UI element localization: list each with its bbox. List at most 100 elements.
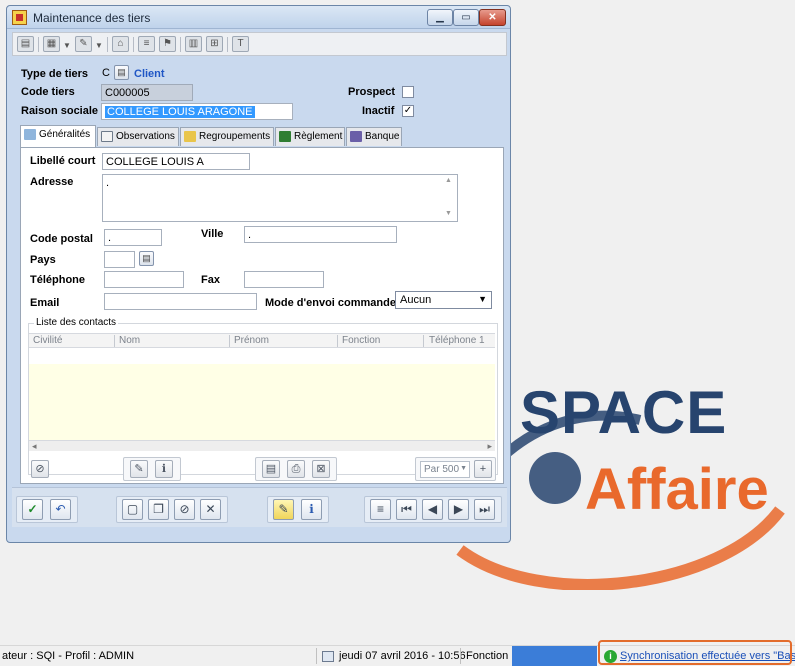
undo-button[interactable]: ↶ [50,499,71,520]
type-tiers-value[interactable]: Client [134,68,165,80]
pays-label: Pays [30,254,56,266]
validate-button[interactable]: ✓ [22,499,43,520]
adresse-label: Adresse [30,176,74,188]
list-icon[interactable]: ▤ [17,36,34,52]
tab-banque[interactable]: Banque [346,127,402,146]
tab-observations[interactable]: Observations [97,127,179,146]
excel-icon[interactable]: ⊠ [312,460,330,478]
tools-icon[interactable]: ✎ [75,36,92,52]
attachment-button[interactable]: ⊘ [174,499,195,520]
email-field[interactable] [104,293,257,310]
inactif-checkbox[interactable]: ✓ [402,105,414,117]
tab-generalites[interactable]: Généralités [20,125,96,147]
bottom-action-bar: ✓ ↶ ▢ ❐ ⊘ ✕ ✎ ℹ ≡ ⏮ ◀ ▶ ⏭ [12,487,507,527]
raison-sociale-field[interactable]: COLLEGE LOUIS ARAGONE [101,103,293,120]
logo-space-text: SPACE [520,379,728,446]
mode-envoi-select[interactable]: Aucun ▼ [395,291,492,309]
previous-record-button[interactable]: ◀ [422,499,443,520]
window-title: Maintenance des tiers [33,11,151,25]
chevron-down-icon: ▼ [460,465,467,472]
groups-icon [184,131,196,142]
minimize-button[interactable]: ▁ [427,9,453,26]
flag-icon[interactable]: ⚑ [159,36,176,52]
scroll-right-icon[interactable]: ▸ [487,441,492,452]
col-civilite[interactable]: Civilité [33,335,62,346]
contacts-title: Liste des contacts [34,317,119,328]
maintenance-window: Maintenance des tiers ▁ ▭ ✕ ▤ ▦ ▼ ✎ ▼ ⌂ … [6,5,511,543]
last-record-button[interactable]: ⏭ [474,499,495,520]
col-nom[interactable]: Nom [119,335,140,346]
close-button[interactable]: ✕ [479,9,506,26]
col-telephone1[interactable]: Téléphone 1 [429,335,485,346]
fax-label: Fax [201,274,220,286]
contacts-hscrollbar[interactable]: ◂ ▸ [29,440,495,451]
type-tiers-label: Type de tiers [21,68,89,80]
status-user: ateur : SQI - Profil : ADMIN [2,650,135,662]
general-icon [24,129,36,140]
scroll-up-icon[interactable]: ▲ [445,177,452,184]
chevron-down-icon[interactable]: ▼ [63,41,71,50]
prospect-checkbox[interactable] [402,86,414,98]
delete-button[interactable]: ✕ [200,499,221,520]
scroll-left-icon[interactable]: ◂ [32,441,37,452]
chart-icon[interactable]: ▥ [185,36,202,52]
telephone-label: Téléphone [30,274,86,286]
code-tiers-field[interactable]: C000005 [101,84,193,101]
text-icon[interactable]: T [232,36,249,52]
status-fonction-label: Fonction : [466,650,515,662]
edit-contact-icon[interactable]: ✎ [130,460,148,478]
bookmark-icon[interactable]: ⊞ [206,36,223,52]
col-fonction[interactable]: Fonction [342,335,380,346]
note-button[interactable]: ✎ [273,499,294,520]
stack-icon[interactable]: ≡ [138,36,155,52]
home-icon[interactable]: ⌂ [112,36,129,52]
list-view-button[interactable]: ≡ [370,499,391,520]
copy-button[interactable]: ❐ [148,499,169,520]
type-select-icon[interactable]: ▤ [114,65,129,80]
paging-select[interactable]: Par 500 ▼ [420,461,470,478]
ville-field[interactable]: . [244,226,397,243]
attach-icon[interactable]: ⊘ [31,460,49,478]
add-contact-button[interactable]: + [474,460,492,478]
payment-icon [279,131,291,142]
adresse-field[interactable]: . [102,174,458,222]
next-record-button[interactable]: ▶ [448,499,469,520]
pays-select-icon[interactable]: ▤ [139,251,154,266]
telephone-field[interactable] [104,271,184,288]
email-label: Email [30,297,60,309]
status-date: jeudi 07 avril 2016 - 10:56 [339,650,466,662]
contacts-grid-body[interactable] [29,364,495,440]
logo-affaire-text: Affaire [585,457,769,522]
libelle-court-field[interactable]: COLLEGE LOUIS A [102,153,250,170]
info-contact-icon[interactable]: ℹ [155,460,173,478]
notes-icon [101,131,113,142]
first-record-button[interactable]: ⏮ [396,499,417,520]
raison-sociale-label: Raison sociale [21,105,99,117]
print-icon[interactable]: ⎙ [287,460,305,478]
code-tiers-label: Code tiers [21,86,75,98]
code-postal-label: Code postal [30,233,93,245]
pays-field[interactable] [104,251,135,268]
fax-field[interactable] [244,271,324,288]
tab-regroupements[interactable]: Regroupements [180,127,274,146]
user-card-icon[interactable]: ▦ [43,36,60,52]
chevron-down-icon: ▼ [478,294,487,304]
sync-highlight-box [598,640,792,665]
maximize-button[interactable]: ▭ [453,9,479,26]
tab-reglement[interactable]: Règlement [275,127,345,146]
info-button[interactable]: ℹ [301,499,322,520]
ville-label: Ville [201,228,224,240]
export-icon[interactable]: ▤ [262,460,280,478]
col-prenom[interactable]: Prénom [234,335,269,346]
type-tiers-code: C [102,67,110,79]
bank-icon [350,131,362,142]
app-icon [12,10,27,25]
mode-envoi-label: Mode d'envoi commande [265,297,396,309]
new-document-button[interactable]: ▢ [122,499,143,520]
status-fonction-field [512,646,597,666]
code-postal-field[interactable]: . [104,229,162,246]
chevron-down-icon[interactable]: ▼ [95,41,103,50]
libelle-court-label: Libellé court [30,155,96,167]
scroll-down-icon[interactable]: ▼ [445,210,452,217]
window-titlebar[interactable]: Maintenance des tiers ▁ ▭ ✕ [7,6,510,29]
